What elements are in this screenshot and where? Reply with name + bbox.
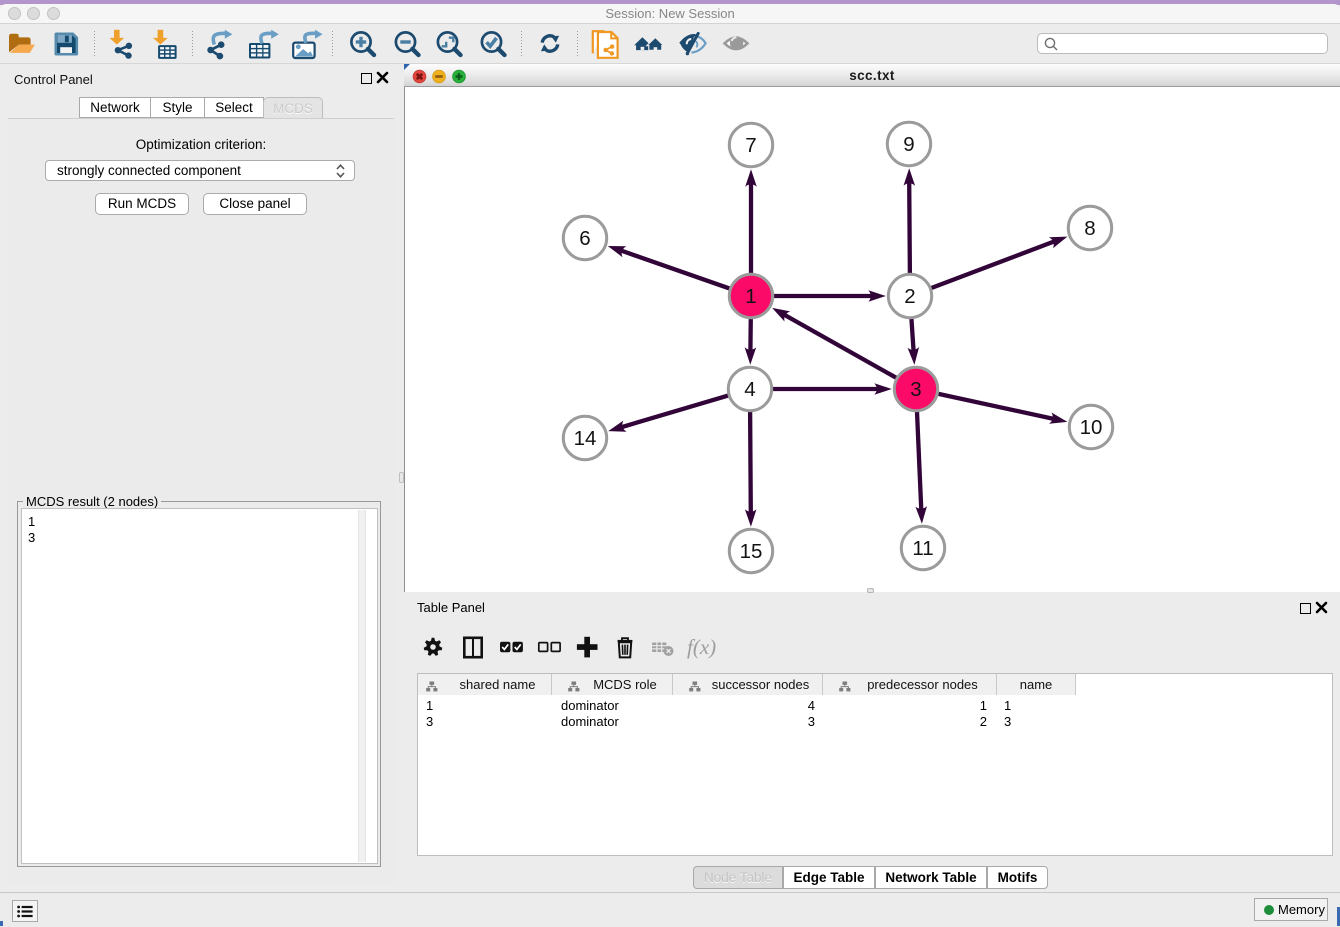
svg-text:8: 8 (1084, 217, 1095, 240)
svg-text:1: 1 (745, 285, 756, 308)
svg-text:4: 4 (744, 378, 755, 401)
svg-text:2: 2 (904, 285, 915, 308)
svg-text:7: 7 (745, 134, 756, 157)
svg-text:15: 15 (740, 540, 763, 563)
svg-text:11: 11 (912, 537, 933, 560)
svg-text:9: 9 (903, 133, 914, 156)
svg-text:14: 14 (574, 427, 597, 450)
svg-text:3: 3 (910, 378, 921, 401)
svg-text:10: 10 (1080, 416, 1103, 439)
svg-text:6: 6 (579, 227, 590, 250)
